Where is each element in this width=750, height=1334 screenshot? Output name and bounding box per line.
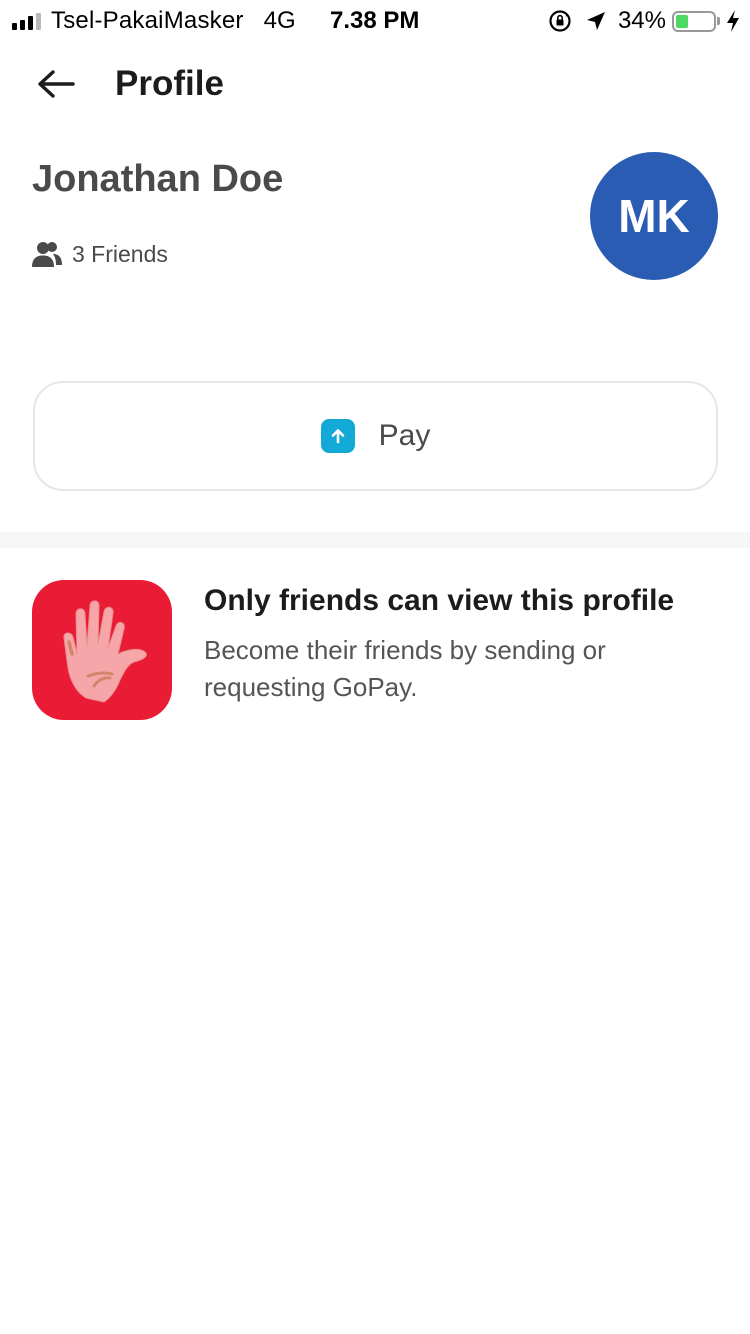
pay-button[interactable]: Pay bbox=[33, 381, 718, 491]
carrier-name: Tsel-PakaiMasker bbox=[51, 7, 244, 34]
people-icon bbox=[32, 242, 62, 267]
arrow-left-icon bbox=[38, 70, 75, 98]
battery-icon bbox=[672, 10, 716, 32]
arrow-up-icon bbox=[320, 419, 355, 453]
orientation-lock-icon bbox=[549, 10, 571, 32]
back-button[interactable] bbox=[34, 62, 78, 106]
friends-count: 3 Friends bbox=[72, 240, 168, 267]
charging-bolt-icon bbox=[727, 10, 739, 32]
network-type: 4G bbox=[263, 7, 296, 34]
notice-body: Become their friends by sending or reque… bbox=[204, 635, 606, 702]
friends-link[interactable]: 3 Friends bbox=[32, 240, 168, 268]
profile-screen: Tsel-PakaiMasker 4G 7.38 PM 34% Profile … bbox=[0, 0, 750, 1334]
page-title: Profile bbox=[115, 64, 224, 103]
battery-percentage: 34% bbox=[617, 7, 666, 34]
raised-hand-icon bbox=[32, 580, 172, 720]
status-bar: Tsel-PakaiMasker 4G 7.38 PM 34% bbox=[0, 0, 750, 40]
battery-cap bbox=[717, 17, 720, 25]
status-right: 34% bbox=[548, 7, 740, 35]
location-arrow-icon bbox=[586, 12, 605, 30]
signal-icon bbox=[12, 12, 41, 30]
status-time: 7.38 PM bbox=[330, 7, 420, 34]
section-divider bbox=[0, 532, 750, 548]
notice-title: Only friends can view this profile bbox=[204, 584, 675, 617]
avatar-initials: MK bbox=[618, 190, 690, 242]
status-left: Tsel-PakaiMasker 4G bbox=[12, 7, 296, 35]
pay-label: Pay bbox=[378, 419, 431, 452]
profile-name: Jonathan Doe bbox=[32, 158, 284, 200]
avatar: MK bbox=[590, 152, 718, 280]
